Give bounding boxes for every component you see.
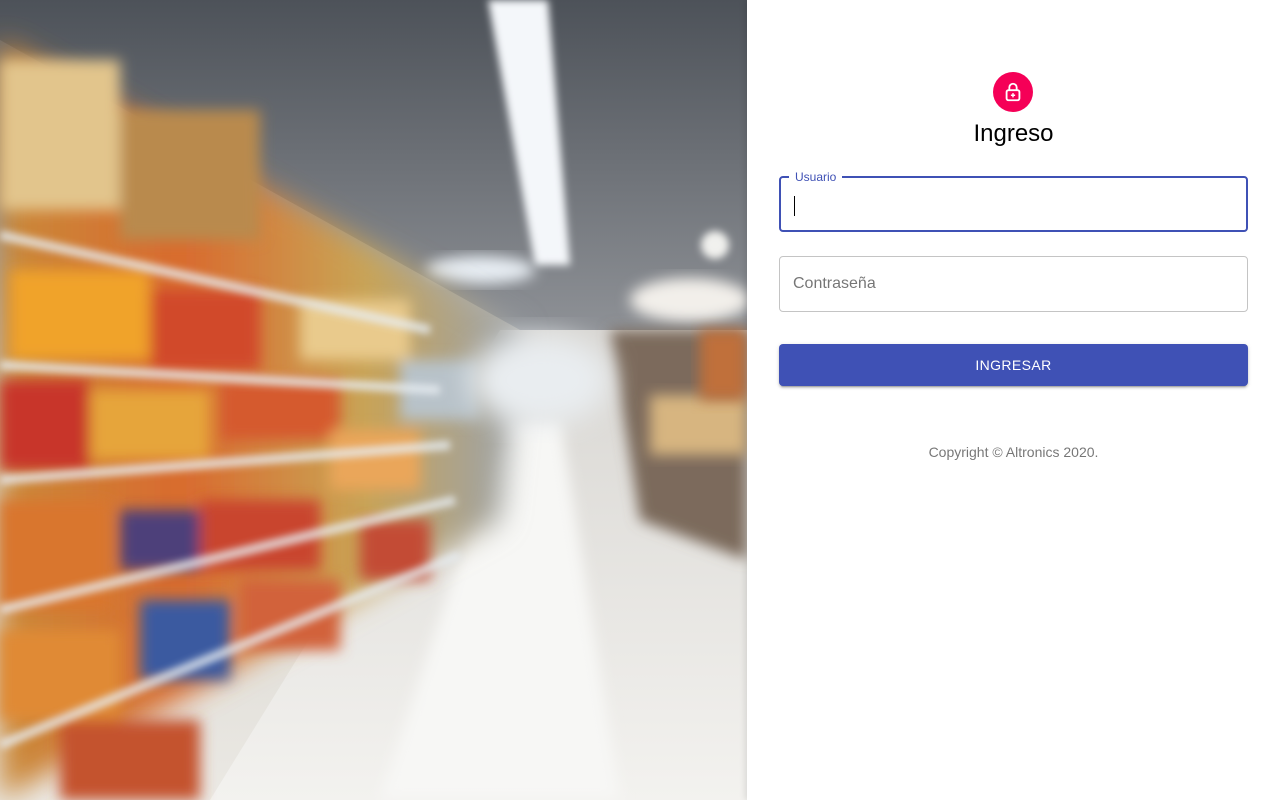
password-field[interactable] [779, 256, 1248, 312]
page-title: Ingreso [973, 120, 1054, 147]
username-field[interactable]: Usuario [779, 170, 1248, 232]
hero-image [0, 0, 747, 800]
lock-icon [1005, 82, 1021, 102]
text-caret [794, 196, 795, 216]
supermarket-aisle-illustration [0, 0, 747, 800]
login-button[interactable]: INGRESAR [779, 344, 1248, 386]
password-input[interactable] [780, 257, 1247, 311]
lock-avatar [993, 72, 1033, 112]
username-input[interactable] [781, 178, 1246, 230]
copyright-text: Copyright © Altronics 2020. [928, 444, 1099, 460]
login-panel: Ingreso Usuario INGRESAR Copyright © Alt… [747, 0, 1280, 800]
